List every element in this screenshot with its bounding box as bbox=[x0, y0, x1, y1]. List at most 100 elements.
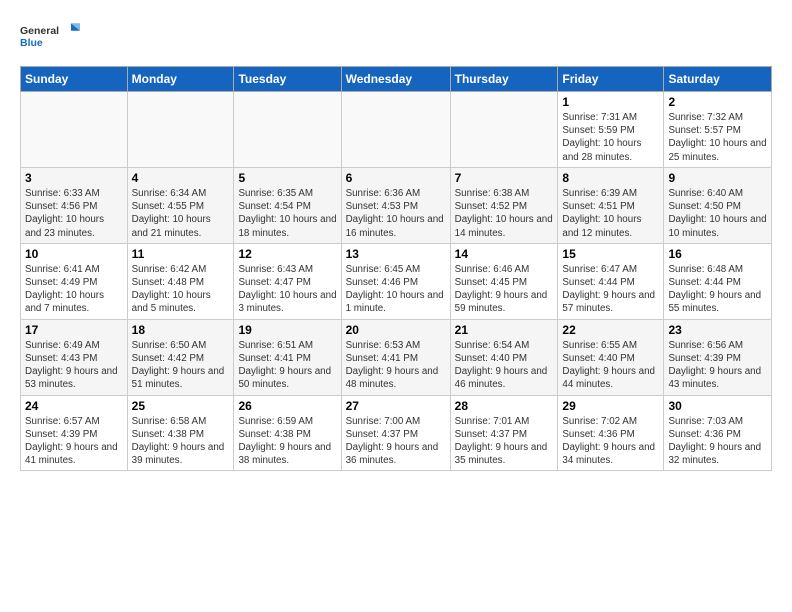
day-info: Sunrise: 6:36 AM Sunset: 4:53 PM Dayligh… bbox=[346, 187, 446, 240]
calendar-cell: 30 Sunrise: 7:03 AM Sunset: 4:36 PM Dayli… bbox=[664, 395, 772, 471]
day-number: 11 bbox=[132, 247, 230, 261]
weekday-header: Tuesday bbox=[234, 67, 341, 92]
calendar-week-row: 17 Sunrise: 6:49 AM Sunset: 4:43 PM Dayli… bbox=[21, 319, 772, 395]
calendar-cell: 4Sunrise: 6:34 AM Sunset: 4:55 PM Daylig… bbox=[127, 167, 234, 243]
day-info: Sunrise: 7:32 AM Sunset: 5:57 PM Dayligh… bbox=[668, 111, 767, 164]
calendar-cell: 16 Sunrise: 6:48 AM Sunset: 4:44 PM Dayli… bbox=[664, 243, 772, 319]
day-number: 19 bbox=[238, 323, 336, 337]
day-info: Sunrise: 6:55 AM Sunset: 4:40 PM Dayligh… bbox=[562, 339, 659, 392]
day-info: Sunrise: 6:58 AM Sunset: 4:38 PM Dayligh… bbox=[132, 415, 230, 468]
day-number: 1 bbox=[562, 95, 659, 109]
logo: General Blue bbox=[20, 16, 80, 56]
day-number: 5 bbox=[238, 171, 336, 185]
calendar-cell: 26 Sunrise: 6:59 AM Sunset: 4:38 PM Dayli… bbox=[234, 395, 341, 471]
day-number: 9 bbox=[668, 171, 767, 185]
calendar-cell bbox=[21, 92, 128, 168]
day-number: 21 bbox=[455, 323, 554, 337]
calendar-cell: 3Sunrise: 6:33 AM Sunset: 4:56 PM Daylig… bbox=[21, 167, 128, 243]
day-info: Sunrise: 6:40 AM Sunset: 4:50 PM Dayligh… bbox=[668, 187, 767, 240]
weekday-header: Saturday bbox=[664, 67, 772, 92]
day-info: Sunrise: 7:02 AM Sunset: 4:36 PM Dayligh… bbox=[562, 415, 659, 468]
day-info: Sunrise: 6:49 AM Sunset: 4:43 PM Dayligh… bbox=[25, 339, 123, 392]
header: General Blue bbox=[20, 16, 772, 56]
day-info: Sunrise: 6:38 AM Sunset: 4:52 PM Dayligh… bbox=[455, 187, 554, 240]
day-number: 22 bbox=[562, 323, 659, 337]
calendar-cell: 1 Sunrise: 7:31 AM Sunset: 5:59 PM Daylig… bbox=[558, 92, 664, 168]
calendar-cell: 27 Sunrise: 7:00 AM Sunset: 4:37 PM Dayli… bbox=[341, 395, 450, 471]
calendar-cell: 13 Sunrise: 6:45 AM Sunset: 4:46 PM Dayli… bbox=[341, 243, 450, 319]
day-info: Sunrise: 6:45 AM Sunset: 4:46 PM Dayligh… bbox=[346, 263, 446, 316]
calendar-table: SundayMondayTuesdayWednesdayThursdayFrid… bbox=[20, 66, 772, 471]
svg-text:General: General bbox=[20, 25, 59, 37]
day-number: 4 bbox=[132, 171, 230, 185]
calendar-cell: 14Sunrise: 6:46 AM Sunset: 4:45 PM Dayli… bbox=[450, 243, 558, 319]
calendar-cell: 20 Sunrise: 6:53 AM Sunset: 4:41 PM Dayli… bbox=[341, 319, 450, 395]
weekday-header: Thursday bbox=[450, 67, 558, 92]
calendar-week-row: 1 Sunrise: 7:31 AM Sunset: 5:59 PM Daylig… bbox=[21, 92, 772, 168]
day-number: 26 bbox=[238, 399, 336, 413]
day-info: Sunrise: 6:47 AM Sunset: 4:44 PM Dayligh… bbox=[562, 263, 659, 316]
day-number: 3 bbox=[25, 171, 123, 185]
calendar-cell: 19 Sunrise: 6:51 AM Sunset: 4:41 PM Dayli… bbox=[234, 319, 341, 395]
calendar-cell: 17 Sunrise: 6:49 AM Sunset: 4:43 PM Dayli… bbox=[21, 319, 128, 395]
day-info: Sunrise: 6:50 AM Sunset: 4:42 PM Dayligh… bbox=[132, 339, 230, 392]
calendar-week-row: 3Sunrise: 6:33 AM Sunset: 4:56 PM Daylig… bbox=[21, 167, 772, 243]
calendar-cell: 25Sunrise: 6:58 AM Sunset: 4:38 PM Dayli… bbox=[127, 395, 234, 471]
day-number: 29 bbox=[562, 399, 659, 413]
day-info: Sunrise: 6:48 AM Sunset: 4:44 PM Dayligh… bbox=[668, 263, 767, 316]
header-row: SundayMondayTuesdayWednesdayThursdayFrid… bbox=[21, 67, 772, 92]
day-info: Sunrise: 6:41 AM Sunset: 4:49 PM Dayligh… bbox=[25, 263, 123, 316]
calendar-cell: 28 Sunrise: 7:01 AM Sunset: 4:37 PM Dayli… bbox=[450, 395, 558, 471]
calendar-cell: 9 Sunrise: 6:40 AM Sunset: 4:50 PM Daylig… bbox=[664, 167, 772, 243]
day-info: Sunrise: 6:51 AM Sunset: 4:41 PM Dayligh… bbox=[238, 339, 336, 392]
calendar-cell: 21 Sunrise: 6:54 AM Sunset: 4:40 PM Dayli… bbox=[450, 319, 558, 395]
logo-svg: General Blue bbox=[20, 16, 80, 56]
day-number: 12 bbox=[238, 247, 336, 261]
calendar-cell: 7 Sunrise: 6:38 AM Sunset: 4:52 PM Daylig… bbox=[450, 167, 558, 243]
day-number: 27 bbox=[346, 399, 446, 413]
calendar-cell: 8Sunrise: 6:39 AM Sunset: 4:51 PM Daylig… bbox=[558, 167, 664, 243]
day-number: 18 bbox=[132, 323, 230, 337]
day-number: 30 bbox=[668, 399, 767, 413]
day-number: 8 bbox=[562, 171, 659, 185]
day-info: Sunrise: 7:31 AM Sunset: 5:59 PM Dayligh… bbox=[562, 111, 659, 164]
day-number: 16 bbox=[668, 247, 767, 261]
calendar-cell: 23 Sunrise: 6:56 AM Sunset: 4:39 PM Dayli… bbox=[664, 319, 772, 395]
day-info: Sunrise: 6:42 AM Sunset: 4:48 PM Dayligh… bbox=[132, 263, 230, 316]
day-info: Sunrise: 7:00 AM Sunset: 4:37 PM Dayligh… bbox=[346, 415, 446, 468]
calendar-cell: 18 Sunrise: 6:50 AM Sunset: 4:42 PM Dayli… bbox=[127, 319, 234, 395]
day-info: Sunrise: 6:46 AM Sunset: 4:45 PM Dayligh… bbox=[455, 263, 554, 316]
calendar-week-row: 10 Sunrise: 6:41 AM Sunset: 4:49 PM Dayli… bbox=[21, 243, 772, 319]
weekday-header: Sunday bbox=[21, 67, 128, 92]
day-info: Sunrise: 6:53 AM Sunset: 4:41 PM Dayligh… bbox=[346, 339, 446, 392]
calendar-cell bbox=[234, 92, 341, 168]
calendar-week-row: 24 Sunrise: 6:57 AM Sunset: 4:39 PM Dayli… bbox=[21, 395, 772, 471]
day-number: 13 bbox=[346, 247, 446, 261]
calendar-cell bbox=[450, 92, 558, 168]
day-number: 7 bbox=[455, 171, 554, 185]
page: General Blue SundayMondayTuesdayWednesda… bbox=[0, 0, 792, 481]
day-number: 24 bbox=[25, 399, 123, 413]
calendar-cell: 6 Sunrise: 6:36 AM Sunset: 4:53 PM Daylig… bbox=[341, 167, 450, 243]
day-number: 17 bbox=[25, 323, 123, 337]
calendar-cell: 10 Sunrise: 6:41 AM Sunset: 4:49 PM Dayli… bbox=[21, 243, 128, 319]
svg-text:Blue: Blue bbox=[20, 37, 43, 49]
calendar-cell: 2Sunrise: 7:32 AM Sunset: 5:57 PM Daylig… bbox=[664, 92, 772, 168]
day-number: 20 bbox=[346, 323, 446, 337]
day-info: Sunrise: 6:57 AM Sunset: 4:39 PM Dayligh… bbox=[25, 415, 123, 468]
calendar-cell: 5Sunrise: 6:35 AM Sunset: 4:54 PM Daylig… bbox=[234, 167, 341, 243]
day-info: Sunrise: 6:59 AM Sunset: 4:38 PM Dayligh… bbox=[238, 415, 336, 468]
day-info: Sunrise: 7:03 AM Sunset: 4:36 PM Dayligh… bbox=[668, 415, 767, 468]
day-number: 23 bbox=[668, 323, 767, 337]
weekday-header: Wednesday bbox=[341, 67, 450, 92]
weekday-header: Friday bbox=[558, 67, 664, 92]
day-info: Sunrise: 6:56 AM Sunset: 4:39 PM Dayligh… bbox=[668, 339, 767, 392]
day-info: Sunrise: 7:01 AM Sunset: 4:37 PM Dayligh… bbox=[455, 415, 554, 468]
day-number: 28 bbox=[455, 399, 554, 413]
calendar-cell bbox=[127, 92, 234, 168]
calendar-cell: 12Sunrise: 6:43 AM Sunset: 4:47 PM Dayli… bbox=[234, 243, 341, 319]
day-number: 10 bbox=[25, 247, 123, 261]
calendar-cell: 22 Sunrise: 6:55 AM Sunset: 4:40 PM Dayli… bbox=[558, 319, 664, 395]
day-number: 6 bbox=[346, 171, 446, 185]
day-info: Sunrise: 6:54 AM Sunset: 4:40 PM Dayligh… bbox=[455, 339, 554, 392]
